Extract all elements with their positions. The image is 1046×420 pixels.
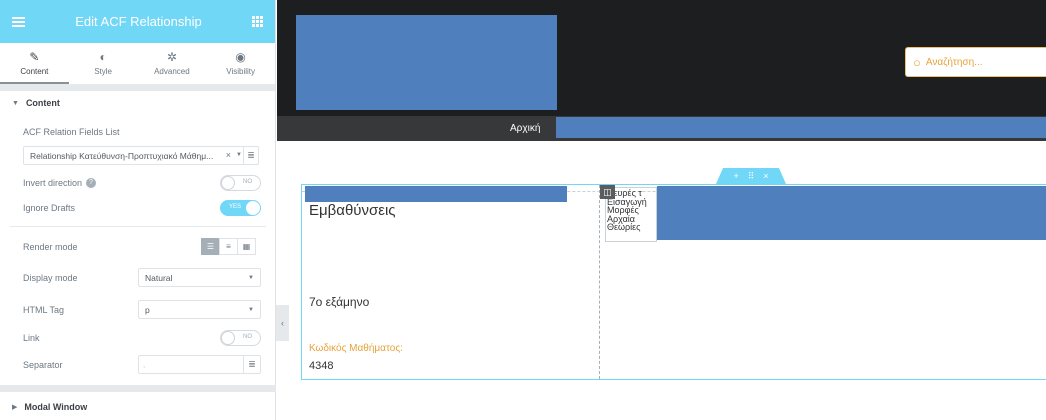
search-icon: ○ bbox=[913, 54, 921, 70]
tab-style-label: Style bbox=[94, 67, 113, 76]
display-mode-value: Natural bbox=[145, 272, 173, 283]
dynamic-tags-icon[interactable]: ≣ bbox=[243, 147, 258, 164]
html-tag-select[interactable]: p ▼ bbox=[138, 300, 261, 319]
column-divider bbox=[599, 185, 600, 379]
nav-item-home[interactable]: Αρχική bbox=[510, 123, 540, 134]
separator-value: , bbox=[143, 360, 146, 369]
tab-advanced-label: Advanced bbox=[154, 67, 190, 76]
dynamic-tags-icon[interactable]: ≣ bbox=[243, 356, 260, 373]
panel-header: Edit ACF Relationship bbox=[0, 0, 275, 43]
switch-text: NO bbox=[243, 179, 252, 185]
html-tag-value: p bbox=[145, 304, 150, 315]
switch-text: YES bbox=[229, 204, 242, 210]
switch-knob bbox=[221, 176, 235, 190]
ignore-drafts-label: Ignore Drafts bbox=[23, 203, 76, 213]
relation-list-label: ACF Relation Fields List bbox=[23, 127, 120, 137]
caret-down-icon: ▼ bbox=[12, 99, 19, 107]
relation-list-value: Relationship Κατεύθυνση-Προπτυχιακό Μάθη… bbox=[30, 150, 214, 161]
close-section-icon[interactable]: × bbox=[763, 171, 768, 181]
invert-direction-switch[interactable]: NO bbox=[220, 175, 261, 191]
divider bbox=[10, 226, 266, 227]
link-switch[interactable]: NO bbox=[220, 330, 261, 346]
display-mode-select[interactable]: Natural ▼ bbox=[138, 268, 261, 287]
align-left-icon[interactable]: ≡ bbox=[219, 238, 238, 255]
tab-visibility[interactable]: ◉ Visibility bbox=[206, 43, 275, 84]
collapse-panel-button[interactable]: ‹ bbox=[276, 305, 289, 341]
link-label: Link bbox=[23, 333, 40, 343]
switch-knob bbox=[221, 331, 235, 345]
grid-icon[interactable]: ▦ bbox=[237, 238, 256, 255]
clear-icon[interactable]: × bbox=[226, 150, 231, 160]
drag-section-icon[interactable]: ⠿ bbox=[748, 171, 755, 182]
render-mode-group: ☰ ≡ ▦ bbox=[201, 238, 256, 255]
chevron-down-icon: ▼ bbox=[248, 275, 254, 281]
add-section-icon[interactable]: + bbox=[733, 171, 738, 181]
invert-direction-label: Invert direction bbox=[23, 178, 83, 188]
chevron-down-icon: ▼ bbox=[248, 307, 254, 313]
switch-knob bbox=[246, 201, 260, 215]
nav-placeholder bbox=[556, 117, 1046, 138]
tab-advanced[interactable]: ✲ Advanced bbox=[138, 43, 207, 84]
tab-content-label: Content bbox=[20, 67, 49, 76]
course-code-label: Κωδικός Μαθήματος: bbox=[309, 343, 403, 354]
section-handle: + ⠿ × bbox=[716, 168, 786, 184]
render-mode-label: Render mode bbox=[23, 242, 78, 252]
title-placeholder bbox=[305, 186, 567, 202]
switch-text: NO bbox=[243, 334, 252, 340]
tab-content[interactable]: ✎ Content bbox=[0, 43, 69, 84]
panel-title: Edit ACF Relationship bbox=[75, 14, 202, 29]
panel-tabs: ✎ Content ◐ Style ✲ Advanced ◉ Visibilit… bbox=[0, 43, 275, 84]
caret-right-icon: ▶ bbox=[12, 404, 18, 411]
course-code-value: 4348 bbox=[309, 360, 334, 372]
separator-input[interactable]: , ≣ bbox=[138, 355, 261, 374]
separator-label: Separator bbox=[23, 360, 63, 370]
site-logo-placeholder bbox=[296, 15, 557, 110]
section-modal-toggle[interactable]: ▶ Modal Window bbox=[0, 395, 276, 419]
gear-icon: ✲ bbox=[166, 50, 177, 64]
tab-style[interactable]: ◐ Style bbox=[69, 43, 138, 84]
search-placeholder: Αναζήτηση... bbox=[925, 56, 983, 68]
semester-text: 7ο εξάμηνο bbox=[309, 295, 370, 309]
contrast-icon: ◐ bbox=[99, 50, 107, 64]
section-modal-title: Modal Window bbox=[24, 402, 88, 412]
divider bbox=[0, 84, 275, 91]
html-tag-label: HTML Tag bbox=[23, 305, 65, 315]
pencil-icon: ✎ bbox=[29, 50, 40, 64]
help-icon[interactable]: ? bbox=[86, 178, 96, 188]
relation-list-select[interactable]: Relationship Κατεύθυνση-Προπτυχιακό Μάθη… bbox=[23, 146, 259, 165]
list-icon[interactable]: ☰ bbox=[201, 238, 220, 255]
display-mode-label: Display mode bbox=[23, 273, 78, 283]
widgets-grid-icon[interactable] bbox=[251, 16, 263, 27]
content-placeholder bbox=[657, 186, 1046, 240]
chevron-down-icon: ▼ bbox=[236, 152, 242, 158]
divider bbox=[0, 385, 276, 392]
section-content-toggle[interactable]: ▼ Content bbox=[0, 91, 275, 115]
search-input[interactable]: ○ Αναζήτηση... bbox=[905, 47, 1046, 77]
menu-icon[interactable] bbox=[12, 16, 25, 27]
list-item[interactable]: Θεωρίες bbox=[607, 223, 659, 232]
section-content-title: Content bbox=[25, 98, 60, 108]
page-heading: Εμβαθύνσεις bbox=[309, 202, 396, 219]
tab-visibility-label: Visibility bbox=[226, 67, 255, 76]
eye-icon: ◉ bbox=[235, 50, 246, 64]
column-handle-icon[interactable]: ◫ bbox=[600, 185, 615, 199]
ignore-drafts-switch[interactable]: YES bbox=[220, 200, 261, 216]
